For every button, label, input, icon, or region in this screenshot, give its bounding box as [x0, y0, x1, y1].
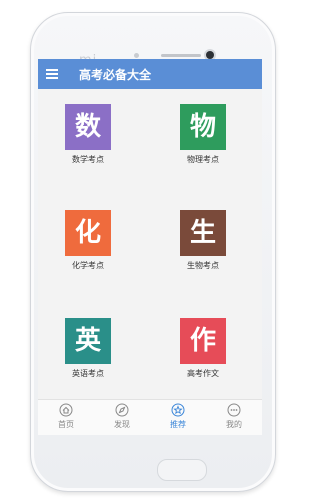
tab-mine[interactable]: 我的 — [206, 400, 262, 435]
tab-home[interactable]: 首页 — [38, 400, 94, 435]
subject-tile-math[interactable]: 数 数学考点 — [48, 104, 128, 165]
physics-tile-icon: 物 — [180, 104, 226, 150]
home-button[interactable] — [157, 459, 207, 481]
tab-label: 发现 — [114, 420, 130, 429]
math-tile-icon: 数 — [65, 104, 111, 150]
chemistry-tile-icon: 化 — [65, 210, 111, 256]
proximity-sensor — [134, 53, 139, 58]
tab-label: 推荐 — [170, 420, 186, 429]
essay-tile-icon: 作 — [180, 318, 226, 364]
subject-label: 物理考点 — [187, 155, 219, 164]
tab-label: 首页 — [58, 420, 74, 429]
front-camera — [206, 51, 214, 59]
subject-tile-english[interactable]: 英 英语考点 — [48, 318, 128, 379]
compass-icon — [115, 403, 129, 417]
english-tile-icon: 英 — [65, 318, 111, 364]
biology-tile-icon: 生 — [180, 210, 226, 256]
subject-label: 数学考点 — [72, 155, 104, 164]
subject-tile-chemistry[interactable]: 化 化学考点 — [48, 210, 128, 271]
app-title: 高考必备大全 — [79, 68, 152, 82]
subject-label: 英语考点 — [72, 369, 104, 378]
subject-label: 高考作文 — [187, 369, 219, 378]
subject-tile-physics[interactable]: 物 物理考点 — [163, 104, 243, 165]
subject-tile-essay[interactable]: 作 高考作文 — [163, 318, 243, 379]
menu-icon[interactable] — [46, 69, 58, 79]
subject-label: 化学考点 — [72, 261, 104, 270]
subject-grid: 数 数学考点 物 物理考点 化 化学考点 生 生物考点 英 英语考点 作 高考作… — [38, 89, 262, 399]
bottom-tab-bar: 首页 发现 推荐 我的 — [38, 399, 262, 435]
tab-discover[interactable]: 发现 — [94, 400, 150, 435]
star-icon — [171, 403, 185, 417]
more-icon — [227, 403, 241, 417]
subject-tile-biology[interactable]: 生 生物考点 — [163, 210, 243, 271]
tab-label: 我的 — [226, 420, 242, 429]
app-screen: 高考必备大全 数 数学考点 物 物理考点 化 化学考点 生 生物考点 英 英语考… — [38, 59, 262, 435]
app-bar: 高考必备大全 — [38, 59, 262, 89]
tab-recommend[interactable]: 推荐 — [150, 400, 206, 435]
earpiece-speaker — [161, 54, 201, 57]
home-icon — [59, 403, 73, 417]
subject-label: 生物考点 — [187, 261, 219, 270]
